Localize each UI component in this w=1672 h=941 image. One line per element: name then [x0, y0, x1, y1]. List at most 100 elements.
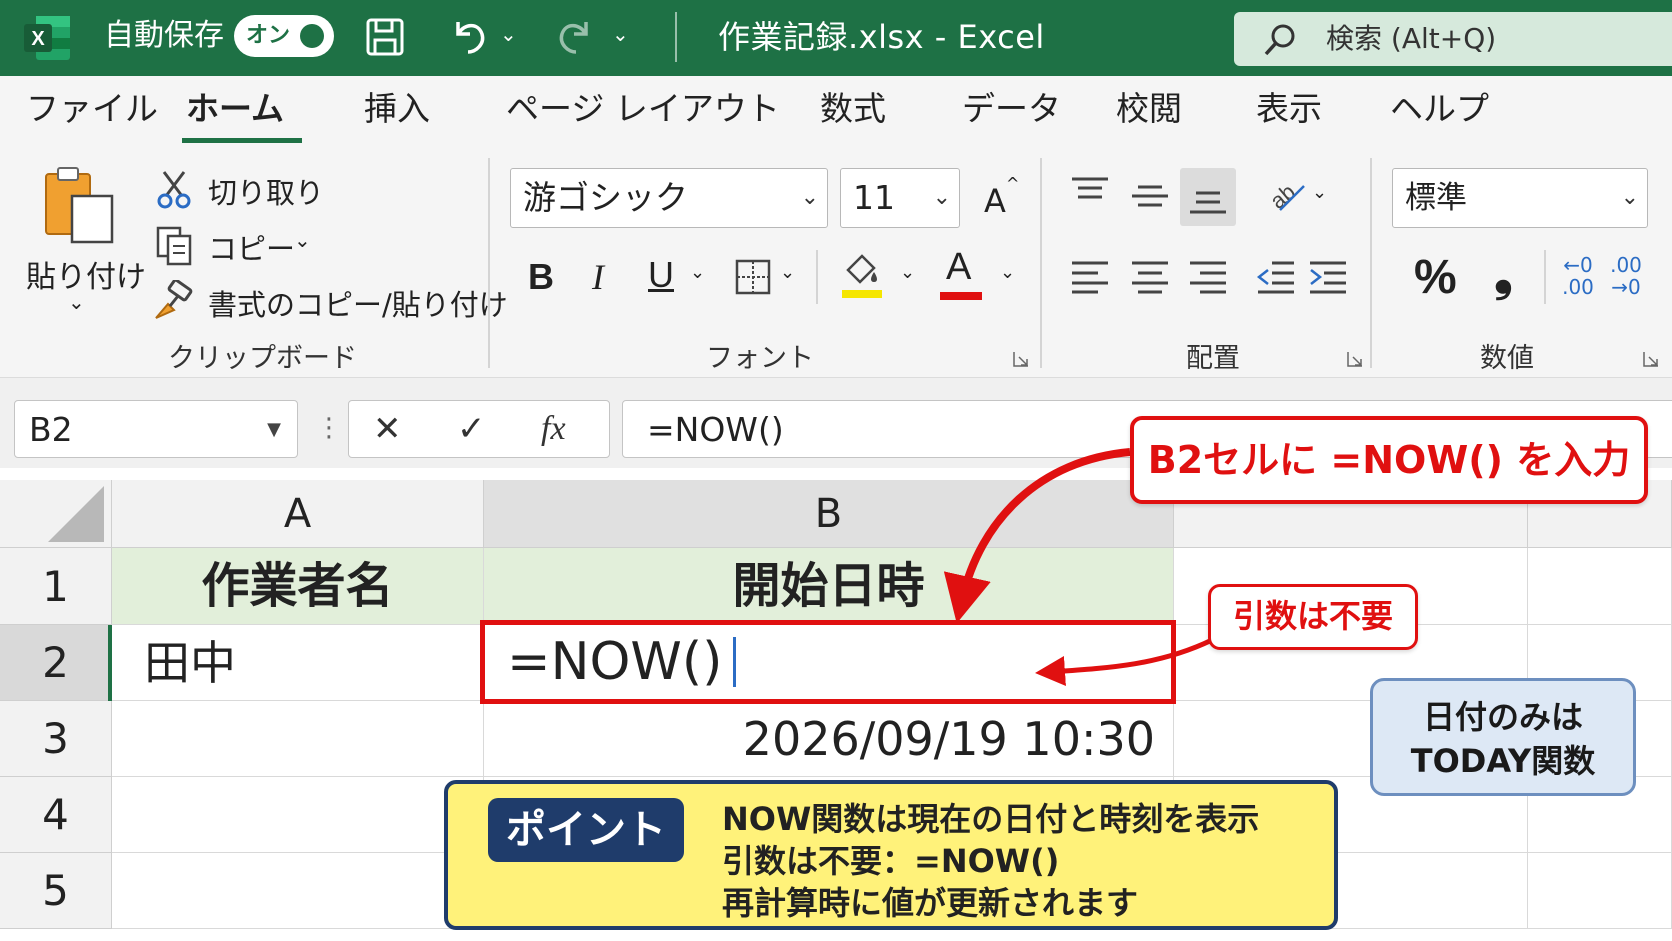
- dialog-launcher-icon[interactable]: [1346, 350, 1364, 368]
- format-painter-button[interactable]: 書式のコピー/貼り付け: [208, 282, 508, 324]
- font-size-select[interactable]: 11 ⌄: [840, 168, 960, 228]
- align-right-icon[interactable]: [1188, 260, 1228, 298]
- row-header-5[interactable]: 5: [0, 853, 112, 929]
- undo-dropdown-icon[interactable]: ⌄: [500, 22, 517, 46]
- cell-b1[interactable]: 開始日時: [484, 548, 1174, 625]
- search-box[interactable]: 検索 (Alt+Q): [1234, 12, 1672, 66]
- undo-icon[interactable]: [448, 14, 492, 58]
- cell-a5[interactable]: [112, 853, 484, 929]
- font-color-dropdown-icon[interactable]: ⌄: [1000, 262, 1015, 283]
- underline-button[interactable]: U: [648, 254, 674, 296]
- tab-data[interactable]: データ: [962, 86, 1061, 132]
- font-name-select[interactable]: 游ゴシック ⌄: [510, 168, 828, 228]
- font-color-button[interactable]: A: [946, 246, 971, 289]
- cell-a3[interactable]: [112, 701, 484, 777]
- tab-file[interactable]: ファイル: [26, 86, 158, 132]
- separator: [1544, 250, 1546, 304]
- point-line-1: NOW関数は現在の日付と時刻を表示: [722, 800, 1260, 838]
- group-label-alignment: 配置: [1186, 343, 1240, 374]
- autosave-label: 自動保存: [104, 18, 224, 53]
- cell-a1[interactable]: 作業者名: [112, 548, 484, 625]
- increase-decimal-button[interactable]: ←0 .00: [1558, 254, 1598, 298]
- worksheet-grid: A B 1 2 3 4 5 作業者名 開始日時 田中 2026/09/19 10…: [0, 468, 1672, 941]
- autosave-toggle[interactable]: オン: [234, 15, 334, 57]
- paste-icon[interactable]: [42, 166, 118, 250]
- formula-value: =NOW(): [647, 410, 784, 449]
- orientation-dropdown-icon[interactable]: ⌄: [1312, 182, 1327, 203]
- cell-d1[interactable]: [1528, 548, 1672, 625]
- point-line-3: 再計算時に値が更新されます: [722, 884, 1139, 922]
- redo-icon[interactable]: [552, 14, 596, 58]
- cell-b3[interactable]: 2026/09/19 10:30: [484, 701, 1174, 777]
- today-info-line1: 日付のみは: [1422, 698, 1583, 736]
- font-color-swatch: [940, 292, 982, 300]
- tab-page-layout[interactable]: ページ レイアウト: [506, 86, 780, 132]
- toggle-knob: [300, 24, 324, 48]
- borders-dropdown-icon[interactable]: ⌄: [780, 262, 795, 283]
- tab-formulas[interactable]: 数式: [820, 86, 886, 132]
- today-info-box: 日付のみは TODAY関数: [1370, 678, 1636, 796]
- align-left-icon[interactable]: [1070, 260, 1110, 298]
- italic-button[interactable]: I: [592, 256, 604, 298]
- fill-color-dropdown-icon[interactable]: ⌄: [900, 262, 915, 283]
- callout-enter-now: B2セルに =NOW() を入力: [1130, 416, 1648, 504]
- decrease-indent-icon[interactable]: [1256, 260, 1296, 298]
- search-placeholder: 検索 (Alt+Q): [1326, 22, 1497, 55]
- customize-toolbar-icon[interactable]: ⌄: [612, 22, 629, 46]
- number-format-select[interactable]: 標準 ⌄: [1392, 168, 1648, 228]
- active-cell-b2[interactable]: =NOW(): [480, 620, 1176, 704]
- align-center-icon[interactable]: [1130, 260, 1170, 298]
- copy-icon: [156, 226, 194, 270]
- underline-dropdown-icon[interactable]: ⌄: [690, 262, 705, 283]
- more-options-icon[interactable]: ⋮: [316, 410, 342, 446]
- point-box: ポイント NOW関数は現在の日付と時刻を表示 引数は不要：=NOW() 再計算時…: [444, 780, 1338, 930]
- tab-review[interactable]: 校閲: [1116, 86, 1182, 132]
- tab-view[interactable]: 表示: [1256, 86, 1322, 132]
- align-top-icon[interactable]: [1070, 176, 1110, 208]
- paste-dropdown-icon[interactable]: ⌄: [68, 290, 85, 314]
- fill-color-icon[interactable]: [838, 250, 884, 304]
- align-middle-icon[interactable]: [1130, 184, 1170, 216]
- ribbon-tabs: ファイル ホーム 挿入 ページ レイアウト 数式 データ 校閲 表示 ヘルプ: [0, 76, 1672, 146]
- caret-up-icon: ^: [1006, 174, 1020, 193]
- cell-b2-editing-text: =NOW(): [507, 632, 723, 692]
- row-header-2[interactable]: 2: [0, 625, 112, 701]
- row-header-1[interactable]: 1: [0, 548, 112, 625]
- decrease-decimal-button[interactable]: .00 →0: [1606, 254, 1646, 298]
- bold-button[interactable]: B: [528, 256, 554, 298]
- cell-a4[interactable]: [112, 777, 484, 853]
- group-separator: [488, 158, 490, 368]
- comma-style-button[interactable]: ❟: [1494, 246, 1513, 303]
- grow-font-button[interactable]: A: [984, 182, 1006, 220]
- align-bottom-button[interactable]: [1180, 168, 1236, 226]
- copy-button[interactable]: コピー: [208, 226, 295, 268]
- chevron-down-icon: ⌄: [800, 185, 819, 210]
- row-header-3[interactable]: 3: [0, 701, 112, 777]
- paste-button[interactable]: 貼り付け: [26, 252, 146, 296]
- row-header-4[interactable]: 4: [0, 777, 112, 853]
- tab-help[interactable]: ヘルプ: [1390, 86, 1489, 132]
- increase-indent-icon[interactable]: [1308, 260, 1348, 298]
- borders-icon[interactable]: [734, 258, 772, 300]
- name-box[interactable]: B2 ▼: [14, 400, 298, 458]
- chevron-down-icon: ⌄: [932, 185, 951, 210]
- select-all-corner[interactable]: [0, 480, 112, 548]
- cancel-entry-button[interactable]: ✕: [373, 401, 402, 457]
- formula-buttons: ✕ ✓ fx: [348, 400, 610, 458]
- cut-button[interactable]: 切り取り: [208, 170, 324, 212]
- orientation-icon[interactable]: ab: [1265, 176, 1310, 216]
- percent-style-button[interactable]: %: [1414, 250, 1457, 305]
- copy-dropdown-icon[interactable]: ⌄: [294, 228, 311, 252]
- dialog-launcher-icon[interactable]: [1642, 350, 1660, 368]
- insert-function-button[interactable]: fx: [541, 401, 566, 457]
- dialog-launcher-icon[interactable]: [1012, 350, 1030, 368]
- save-icon[interactable]: [364, 16, 406, 58]
- tab-insert[interactable]: 挿入: [364, 86, 430, 132]
- cell-d5[interactable]: [1528, 853, 1672, 929]
- confirm-entry-button[interactable]: ✓: [457, 401, 486, 457]
- column-header-b[interactable]: B: [484, 480, 1174, 548]
- chevron-down-icon: ⌄: [1620, 185, 1639, 210]
- tab-home[interactable]: ホーム: [186, 86, 284, 132]
- column-header-a[interactable]: A: [112, 480, 484, 548]
- cell-a2[interactable]: 田中: [112, 625, 484, 701]
